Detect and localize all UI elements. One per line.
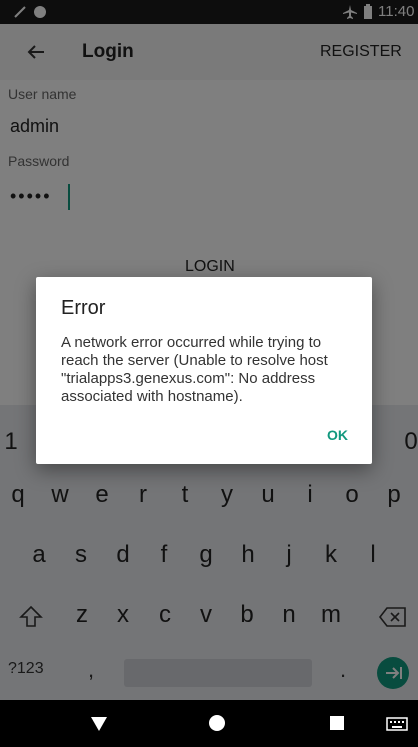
back-triangle-icon[interactable] — [90, 716, 108, 732]
recents-square-icon[interactable] — [329, 715, 345, 731]
system-nav-bar — [0, 700, 418, 747]
ok-button[interactable]: OK — [327, 427, 348, 443]
dialog-message: A network error occurred while trying to… — [61, 334, 328, 405]
keyboard-icon[interactable] — [386, 717, 408, 731]
error-dialog: Error A network error occurred while try… — [36, 277, 372, 464]
dialog-title: Error — [61, 297, 106, 319]
home-circle-icon[interactable] — [208, 714, 226, 732]
